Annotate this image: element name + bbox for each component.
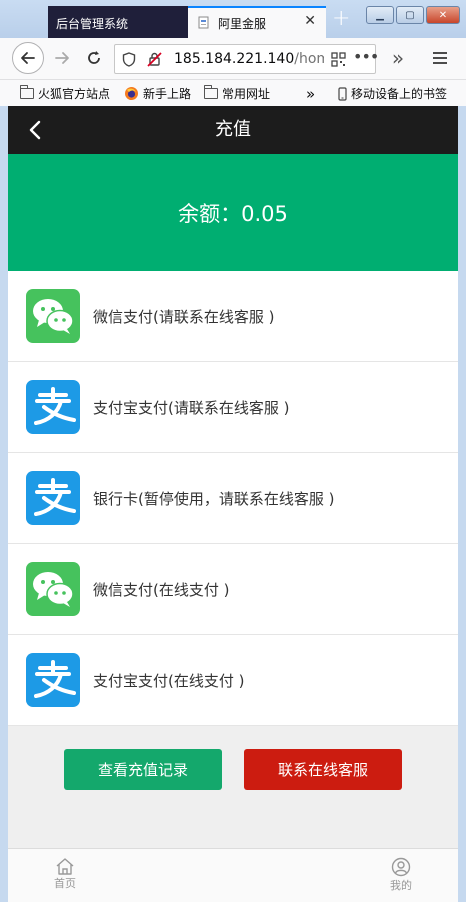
balance-display: 余额：0.05 <box>8 154 458 271</box>
qr-code-icon[interactable] <box>331 52 346 67</box>
action-buttons: 查看充值记录 联系在线客服 <box>8 749 458 790</box>
wechat-icon <box>26 562 80 616</box>
bookmark-item[interactable]: 移动设备上的书签 <box>338 85 447 102</box>
bookmark-label: 新手上路 <box>143 87 192 101</box>
browser-forward-button[interactable] <box>50 46 74 70</box>
shield-icon[interactable] <box>122 52 136 67</box>
browser-tab-strip: 后台管理系统 阿里金服 ✕ + ▁ ▢ ✕ <box>0 0 466 38</box>
window-close-icon[interactable]: ✕ <box>426 6 460 24</box>
bookmark-item[interactable]: 新手上路 <box>124 85 191 102</box>
wechat-icon <box>26 289 80 343</box>
bottom-tab-bar: 首页 我的 <box>8 848 458 902</box>
arrow-left-icon <box>21 52 35 64</box>
bookmark-label: 移动设备上的书签 <box>351 87 448 101</box>
payment-method-item[interactable]: 微信支付(在线支付 ) <box>8 544 458 635</box>
payment-method-item[interactable]: 支付宝支付(请联系在线客服 ) <box>8 362 458 453</box>
hamburger-menu-icon <box>433 52 447 64</box>
payment-method-label: 微信支付(请联系在线客服 ) <box>93 307 275 326</box>
menu-button[interactable] <box>428 46 452 70</box>
view-records-button[interactable]: 查看充值记录 <box>64 749 222 790</box>
url-text: 185.184.221.140/home <box>174 51 324 67</box>
user-icon <box>391 857 411 877</box>
payment-method-label: 支付宝支付(在线支付 ) <box>93 671 245 690</box>
bookmark-label: 常用网址 <box>222 87 271 101</box>
app-header: 充值 <box>8 106 458 154</box>
contact-service-button[interactable]: 联系在线客服 <box>244 749 402 790</box>
recharge-page: 充值 余额：0.05 微信支付(请联系在线客服 ) 支付宝支付(请联系在线客服 … <box>8 106 458 902</box>
payment-method-label: 支付宝支付(请联系在线客服 ) <box>93 398 290 417</box>
reload-button[interactable] <box>82 46 106 70</box>
page-favicon-icon <box>198 16 209 29</box>
mobile-icon <box>338 86 347 101</box>
payment-method-label: 银行卡(暂停使用，请联系在线客服 ) <box>93 489 335 508</box>
minimize-icon[interactable]: ▁ <box>366 6 394 24</box>
bookmark-item[interactable]: 火狐官方站点 <box>20 85 110 102</box>
alipay-icon <box>26 471 80 525</box>
payment-method-item[interactable]: 支付宝支付(在线支付 ) <box>8 635 458 726</box>
tab-mine-label: 我的 <box>390 879 412 892</box>
firefox-icon <box>125 87 138 100</box>
url-bar[interactable]: 185.184.221.140/home ••• <box>114 44 379 74</box>
page-title: 充值 <box>215 119 251 140</box>
browser-navbar: 185.184.221.140/home ••• » <box>0 38 466 80</box>
window-controls: ▁ ▢ ✕ <box>366 6 460 24</box>
tab-home-label: 首页 <box>54 877 76 890</box>
browser-tab-admin[interactable]: 后台管理系统 <box>48 6 188 38</box>
reload-icon <box>88 51 100 64</box>
alipay-icon <box>26 380 80 434</box>
arrow-right-icon <box>55 52 69 64</box>
url-path: /home <box>294 51 324 67</box>
toolbar-overflow-icon[interactable]: » <box>386 46 410 70</box>
folder-icon <box>20 85 34 99</box>
payment-method-item[interactable]: 微信支付(请联系在线客服 ) <box>8 271 458 362</box>
home-icon <box>56 858 74 875</box>
bookmark-item[interactable]: 常用网址 <box>204 85 270 102</box>
tab-home[interactable]: 首页 <box>45 857 85 891</box>
bookmarks-toolbar: 火狐官方站点 新手上路 常用网址 » 移动设备上的书签 <box>0 80 466 106</box>
payment-method-list: 微信支付(请联系在线客服 ) 支付宝支付(请联系在线客服 ) 银行卡(暂停使用，… <box>8 271 458 726</box>
bookmarks-overflow-icon[interactable]: » <box>306 85 315 103</box>
insecure-lock-icon[interactable] <box>147 52 162 67</box>
tab-mine[interactable]: 我的 <box>381 857 421 893</box>
close-tab-icon[interactable]: ✕ <box>304 13 316 29</box>
bookmark-label: 火狐官方站点 <box>38 87 111 101</box>
chevron-left-icon[interactable] <box>26 120 46 140</box>
payment-method-label: 微信支付(在线支付 ) <box>93 580 230 599</box>
folder-icon <box>204 85 218 99</box>
page-actions-icon[interactable]: ••• <box>353 47 379 66</box>
browser-back-button[interactable] <box>12 42 44 74</box>
tab-title: 阿里金服 <box>218 17 267 31</box>
payment-method-item[interactable]: 银行卡(暂停使用，请联系在线客服 ) <box>8 453 458 544</box>
new-tab-button[interactable]: + <box>332 6 350 31</box>
browser-tab-current[interactable]: 阿里金服 ✕ <box>188 6 326 38</box>
maximize-icon[interactable]: ▢ <box>396 6 424 24</box>
alipay-icon <box>26 653 80 707</box>
tab-title: 后台管理系统 <box>56 17 129 31</box>
url-host: 185.184.221.140 <box>174 51 295 67</box>
